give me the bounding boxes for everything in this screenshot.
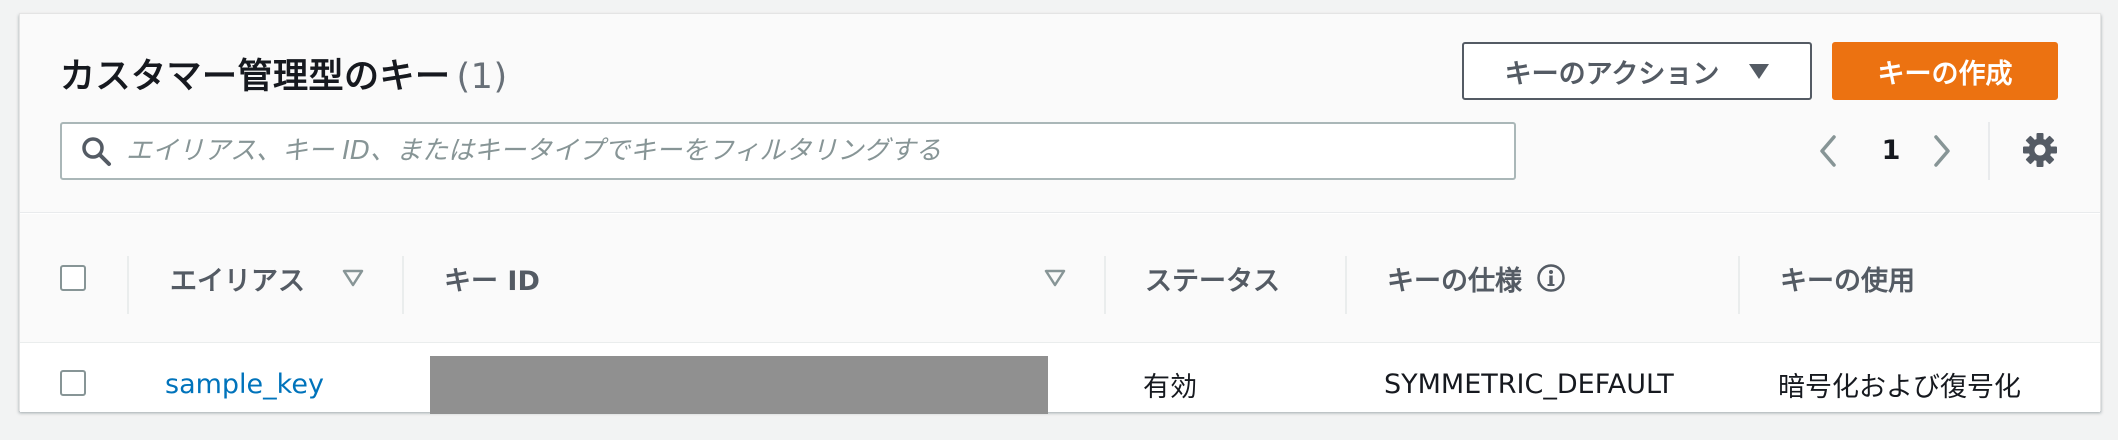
pager-divider — [1988, 122, 1990, 180]
sort-triangle-icon[interactable] — [342, 269, 364, 287]
key-actions-button[interactable]: キーのアクション — [1462, 42, 1812, 100]
column-header-label: キーの使用 — [1780, 265, 1915, 297]
redacted-key-id — [430, 356, 1048, 414]
gear-icon[interactable] — [2021, 131, 2059, 169]
column-header-alias[interactable]: エイリアス — [170, 214, 305, 342]
page-title: カスタマー管理型のキー (1) — [60, 48, 508, 99]
column-header-label: キー ID — [444, 265, 540, 297]
row-key-spec-cell: SYMMETRIC_DEFAULT — [1384, 344, 1674, 424]
column-header-label: エイリアス — [170, 265, 305, 297]
column-header-label: キーの仕様 — [1387, 265, 1522, 297]
table-row: sample_key 有効 SYMMETRIC_DEFAULT 暗号化および復号… — [20, 344, 2100, 414]
create-key-label: キーの作成 — [1877, 58, 2013, 90]
key-usage-value: 暗号化および復号化 — [1778, 371, 2021, 403]
column-divider — [1345, 256, 1347, 314]
column-header-key-spec: キーの仕様 — [1387, 214, 1566, 342]
column-divider — [1104, 256, 1106, 314]
key-actions-label: キーのアクション — [1504, 58, 1720, 90]
column-divider — [402, 256, 404, 314]
caret-down-icon — [1749, 63, 1770, 79]
search-icon — [82, 137, 111, 166]
current-page-number[interactable]: 1 — [1876, 132, 1906, 170]
column-header-status: ステータス — [1145, 214, 1280, 342]
search-input[interactable] — [124, 135, 1488, 167]
row-alias-cell: sample_key — [165, 344, 324, 424]
column-header-key-usage: キーの使用 — [1780, 214, 1915, 342]
chevron-right-icon[interactable] — [1927, 132, 1957, 170]
customer-managed-keys-panel: カスタマー管理型のキー(1) キーのアクション キーの作成 1 — [19, 13, 2101, 414]
table-header: エイリアス キー ID ステータス キーの仕様 キーの使用 — [20, 214, 2100, 343]
chevron-left-icon[interactable] — [1813, 132, 1843, 170]
title-text: カスタマー管理型のキー — [60, 57, 451, 97]
status-value: 有効 — [1143, 371, 1197, 403]
column-header-key-id[interactable]: キー ID — [444, 214, 540, 342]
select-all-checkbox[interactable] — [60, 265, 86, 291]
key-count: (1) — [456, 57, 508, 97]
key-alias-link[interactable]: sample_key — [165, 369, 324, 400]
row-key-usage-cell: 暗号化および復号化 — [1778, 344, 2021, 424]
row-status-cell: 有効 — [1143, 344, 1197, 424]
search-box — [60, 122, 1516, 180]
row-select-checkbox[interactable] — [60, 370, 86, 396]
info-icon[interactable] — [1536, 263, 1566, 293]
sort-triangle-icon[interactable] — [1044, 269, 1066, 287]
column-divider — [127, 256, 129, 314]
column-header-label: ステータス — [1145, 265, 1280, 297]
key-spec-value: SYMMETRIC_DEFAULT — [1384, 368, 1674, 400]
panel-header: カスタマー管理型のキー(1) キーのアクション キーの作成 1 — [20, 14, 2100, 213]
create-key-button[interactable]: キーの作成 — [1832, 42, 2058, 100]
column-divider — [1738, 256, 1740, 314]
